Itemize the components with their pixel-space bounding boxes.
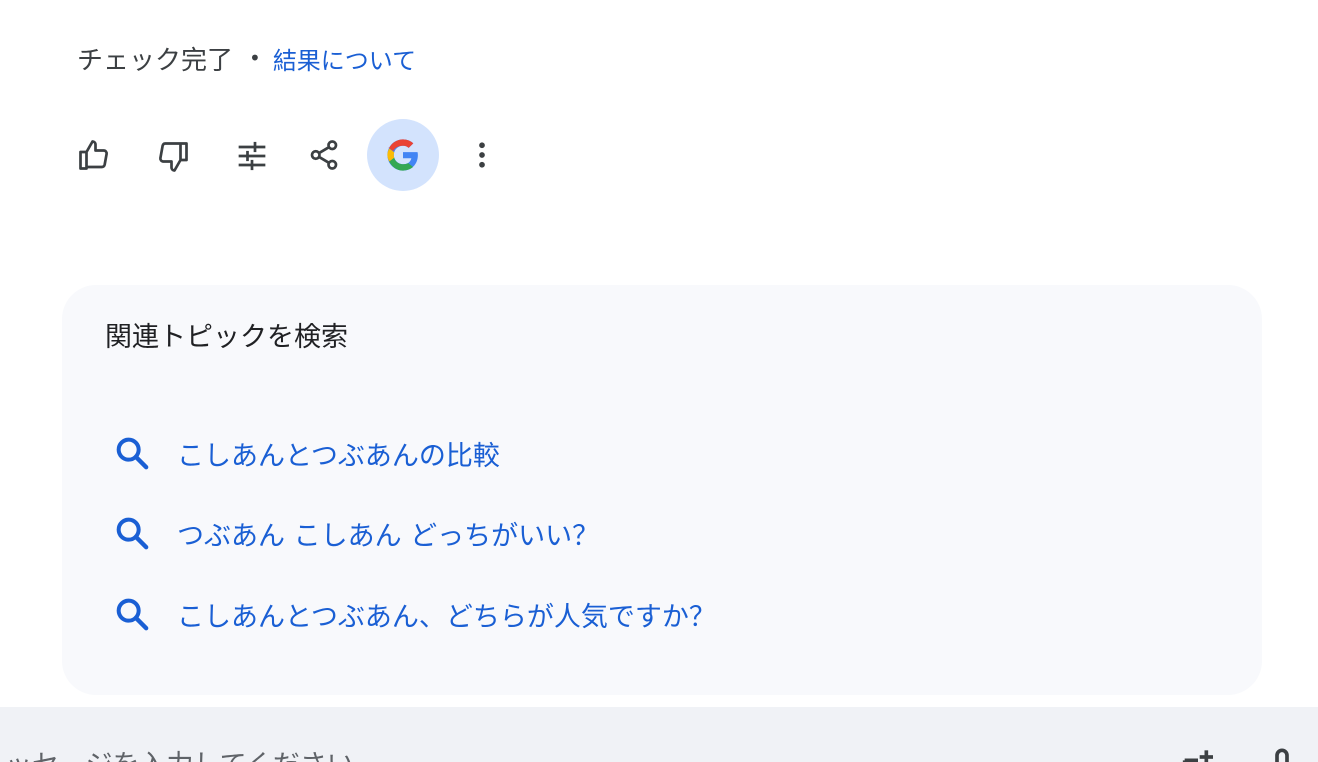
suggestion-text: つぶあん こしあん どっちがいい？ bbox=[177, 520, 600, 552]
modify-response-button[interactable] bbox=[230, 134, 274, 178]
more-options-button[interactable] bbox=[460, 133, 504, 177]
add-image-icon[interactable] bbox=[1178, 747, 1218, 762]
tune-icon bbox=[238, 141, 266, 171]
status-text: チェック完了 bbox=[77, 45, 234, 76]
message-composer bbox=[0, 707, 1318, 762]
thumb-up-icon bbox=[79, 140, 108, 170]
separator-dot: • bbox=[249, 46, 261, 70]
google-icon bbox=[387, 139, 418, 171]
message-input[interactable] bbox=[0, 745, 1078, 762]
double-check-status: チェック完了 • 結果について bbox=[77, 38, 416, 78]
suggestion-item[interactable]: こしあんとつぶあんの比較 bbox=[112, 429, 500, 477]
more-vert-icon bbox=[479, 142, 485, 168]
related-topics-card: 関連トピックを検索 こしあんとつぶあんの比較 つぶあん こしあん どっちがいい？… bbox=[62, 285, 1262, 695]
chat-response-page: チェック完了 • 結果について 関連トピックを検索 こしあんとつぶあんの比較 つ… bbox=[0, 0, 1318, 762]
about-results-link[interactable]: 結果について bbox=[273, 41, 416, 76]
search-icon bbox=[116, 598, 149, 631]
related-topics-title: 関連トピックを検索 bbox=[105, 322, 348, 353]
thumb-down-button[interactable] bbox=[151, 135, 195, 179]
thumb-up-button[interactable] bbox=[72, 133, 116, 177]
double-check-google-button[interactable] bbox=[367, 119, 439, 191]
share-icon bbox=[310, 140, 338, 170]
thumb-down-icon bbox=[159, 142, 188, 172]
suggestion-text: こしあんとつぶあんの比較 bbox=[177, 440, 500, 472]
search-icon bbox=[116, 517, 149, 550]
suggestion-text: こしあんとつぶあん、どちらが人気ですか？ bbox=[177, 601, 716, 633]
suggestion-item[interactable]: つぶあん こしあん どっちがいい？ bbox=[112, 509, 599, 557]
microphone-icon[interactable] bbox=[1262, 747, 1302, 762]
share-button[interactable] bbox=[302, 133, 346, 177]
search-icon bbox=[116, 437, 149, 470]
suggestion-item[interactable]: こしあんとつぶあん、どちらが人気ですか？ bbox=[112, 590, 716, 638]
